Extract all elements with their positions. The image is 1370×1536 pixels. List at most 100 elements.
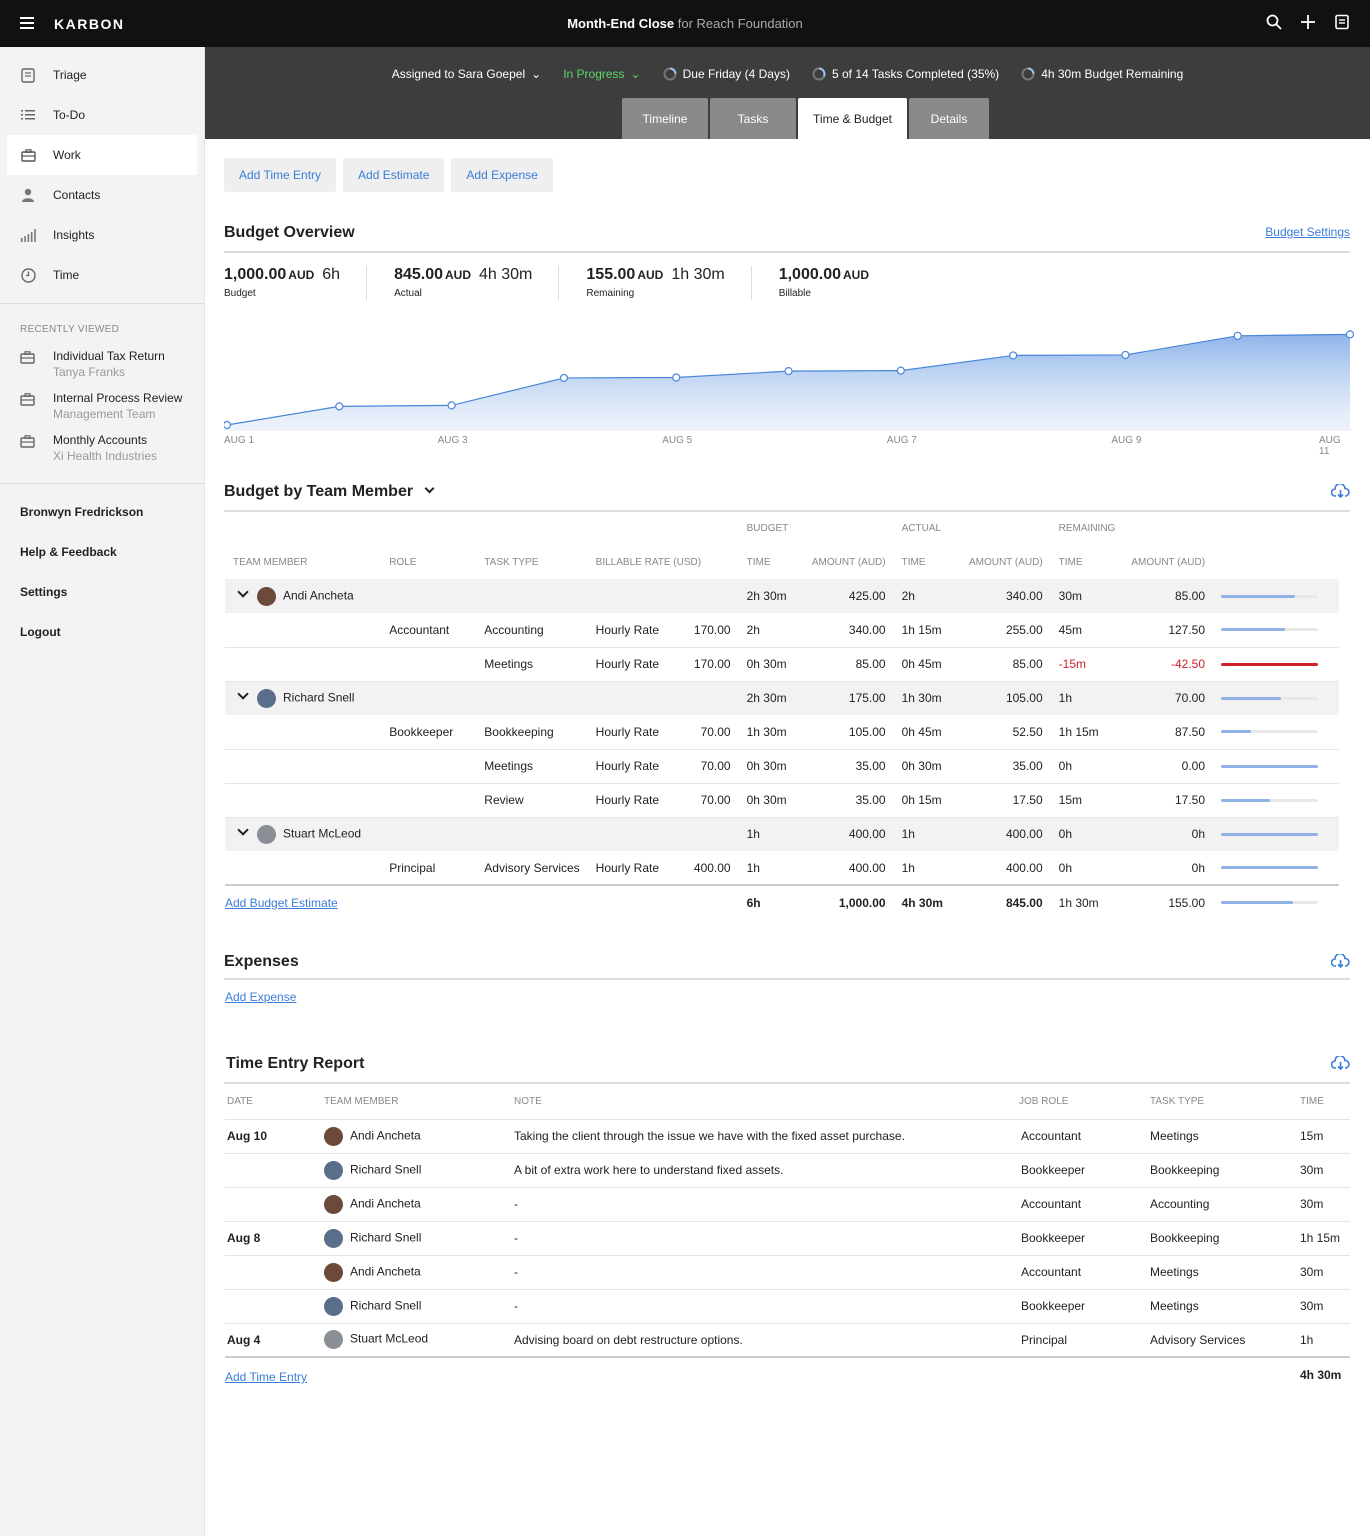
recent-item[interactable]: Internal Process Review Management Team: [0, 385, 204, 427]
value-cell: 2h: [738, 613, 801, 648]
stat-amount: 1,000.00: [778, 266, 841, 283]
time-entry-row[interactable]: Richard Snell - Bookkeeper Meetings 30m: [225, 1289, 1350, 1324]
tab-details[interactable]: Details: [909, 98, 989, 139]
table-row[interactable]: Accountant Accounting Hourly Rate 170.00 2h 3…: [225, 613, 1339, 648]
value-cell: 35.00: [800, 783, 894, 818]
value-cell: 0h: [1050, 851, 1124, 886]
job-role-cell: Bookkeeper: [1017, 1153, 1148, 1188]
help-feedback-link[interactable]: Help & Feedback: [0, 532, 204, 572]
chevron-down-icon[interactable]: [237, 688, 249, 701]
budget-by-team-title[interactable]: Budget by Team Member: [224, 483, 434, 501]
value-cell: 0h 30m: [893, 749, 957, 784]
page-title: Month-End Close for Reach Foundation: [0, 16, 1370, 31]
team-member-row[interactable]: Stuart McLeod 1h 400.00 1h 400.00 0h 0h: [225, 817, 1339, 851]
budget-settings-link[interactable]: Budget Settings: [1265, 225, 1350, 239]
add-expense-button[interactable]: Add Expense: [451, 158, 553, 192]
chart-point[interactable]: [1121, 350, 1130, 360]
assignee-dropdown[interactable]: Assigned to Sara Goepel ⌄: [392, 67, 541, 81]
plus-icon[interactable]: [1300, 14, 1316, 30]
total-value-cell: 155.00: [1123, 884, 1214, 919]
rate-type-cell: Hourly Rate: [587, 851, 668, 886]
x-tick-label: AUG 3: [437, 435, 468, 446]
add-estimate-button[interactable]: Add Estimate: [343, 158, 445, 192]
time-entry-row[interactable]: Richard Snell A bit of extra work here to…: [225, 1153, 1350, 1188]
tab-tasks[interactable]: Tasks: [710, 98, 796, 139]
chevron-down-icon[interactable]: [237, 586, 249, 598]
table-row[interactable]: Principal Advisory Services Hourly Rate 400…: [225, 851, 1339, 886]
progress-cell: [1213, 749, 1339, 784]
time-entry-row[interactable]: Aug 10 Andi Ancheta Taking the client thro…: [225, 1119, 1350, 1154]
budget-remaining[interactable]: 4h 30m Budget Remaining: [1021, 67, 1183, 81]
budget-progress-fill: [1221, 866, 1319, 869]
column-header: TIME: [746, 556, 771, 568]
cloud-download-icon[interactable]: [1331, 484, 1350, 498]
sidebar-item-insights[interactable]: Insights: [0, 215, 204, 255]
budget-progress-bar: [1221, 696, 1319, 700]
tab-timeline[interactable]: Timeline: [622, 98, 708, 139]
due-date[interactable]: Due Friday (4 Days): [663, 67, 790, 81]
progress-cell: [1213, 783, 1339, 818]
progress-cell: [1213, 715, 1339, 750]
value-cell: 1h: [893, 851, 957, 886]
table-row[interactable]: Review Hourly Rate 70.00 0h 30m 35.00 0h 15m 1…: [225, 783, 1339, 818]
search-icon[interactable]: [1266, 14, 1282, 30]
stat-budget: 1,000.00 AUD 6h Budget: [224, 266, 368, 300]
time-entry-row[interactable]: Aug 4 Stuart McLeod Advising board on debt…: [225, 1323, 1350, 1358]
value-cell: 87.50: [1123, 715, 1214, 750]
value-cell: 1h: [738, 817, 801, 851]
table-row[interactable]: Meetings Hourly Rate 70.00 0h 30m 35.00 0h 30…: [225, 749, 1339, 784]
settings-link[interactable]: Settings: [0, 572, 204, 612]
add-budget-estimate-link[interactable]: Add Budget Estimate: [225, 896, 338, 910]
logout-link[interactable]: Logout: [0, 612, 204, 652]
chart-point[interactable]: [784, 366, 793, 376]
status-dropdown[interactable]: In Progress ⌄: [563, 67, 640, 81]
chart-point[interactable]: [896, 366, 905, 375]
time-entry-row[interactable]: Andi Ancheta - Accountant Meetings 30m: [225, 1255, 1350, 1290]
tasks-progress[interactable]: 5 of 14 Tasks Completed (35%): [812, 67, 999, 81]
job-role-cell: Accountant: [1017, 1119, 1148, 1154]
job-role-cell: Accountant: [1017, 1255, 1148, 1290]
chart-point[interactable]: [335, 402, 344, 411]
chart-point[interactable]: [222, 420, 232, 430]
notes-icon[interactable]: [1334, 14, 1350, 30]
note-cell: -: [512, 1289, 1017, 1324]
user-menu[interactable]: Bronwyn Fredrickson: [0, 492, 204, 532]
add-expense-link[interactable]: Add Expense: [225, 990, 296, 1004]
rate-type-cell: [587, 681, 668, 715]
add-time-entry-link[interactable]: Add Time Entry: [225, 1370, 307, 1384]
add-time-entry-button[interactable]: Add Time Entry: [224, 158, 337, 192]
value-cell: 105.00: [800, 715, 894, 750]
time-entry-row[interactable]: Andi Ancheta - Accountant Accounting 30m: [225, 1187, 1350, 1222]
team-member-row[interactable]: Richard Snell 2h 30m 175.00 1h 30m 105.00 1h 7…: [225, 681, 1339, 715]
team-member-row[interactable]: Andi Ancheta 2h 30m 425.00 2h 340.00 30m 85.00: [225, 579, 1339, 613]
table-row[interactable]: Meetings Hourly Rate 170.00 0h 30m 85.00 0h 4…: [225, 647, 1339, 682]
sidebar-item-triage[interactable]: Triage: [0, 55, 204, 95]
chart-point[interactable]: [672, 373, 681, 382]
sidebar-item-label: Work: [53, 148, 81, 162]
sidebar-item-label: Time: [53, 268, 80, 282]
chart-point[interactable]: [1233, 331, 1242, 340]
chevron-down-icon[interactable]: [237, 824, 249, 837]
chart-point[interactable]: [1345, 330, 1355, 339]
stat-remaining: 155.00 AUD 1h 30m Remaining: [586, 266, 752, 300]
cloud-download-icon[interactable]: [1331, 1056, 1350, 1070]
table-row[interactable]: Bookkeeper Bookkeeping Hourly Rate 70.00 1h …: [225, 715, 1339, 750]
team-member-cell: Richard Snell: [322, 1153, 512, 1188]
chart-point[interactable]: [559, 373, 568, 383]
recent-item-client: Tanya Franks: [53, 365, 126, 379]
cloud-download-icon[interactable]: [1331, 954, 1350, 968]
sidebar-item-todo[interactable]: To-Do: [0, 95, 204, 135]
chart-point[interactable]: [1008, 351, 1018, 360]
value-cell: 0h 30m: [738, 783, 801, 818]
task-type-cell: Meetings: [1148, 1255, 1298, 1290]
sidebar-item-work[interactable]: Work: [7, 135, 197, 175]
sidebar-item-time[interactable]: Time: [0, 255, 204, 295]
chart-point[interactable]: [447, 401, 456, 410]
time-cell: 15m: [1298, 1119, 1350, 1154]
recent-item[interactable]: Monthly Accounts Xi Health Industries: [0, 427, 204, 469]
value-cell: 1h: [893, 817, 957, 851]
tab-time-budget[interactable]: Time & Budget: [798, 98, 907, 139]
sidebar-item-contacts[interactable]: Contacts: [0, 175, 204, 215]
time-entry-row[interactable]: Aug 8 Richard Snell - Bookkeeper Bookkeeping…: [225, 1221, 1350, 1256]
recent-item[interactable]: Individual Tax Return Tanya Franks: [0, 343, 204, 385]
